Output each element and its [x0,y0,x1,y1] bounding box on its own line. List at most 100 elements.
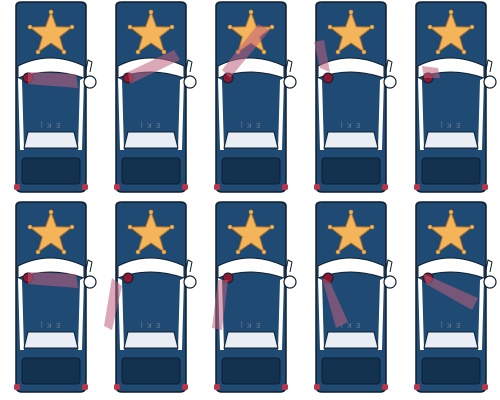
rear-bumper [421,357,481,385]
side-mirror [483,75,497,89]
star-tip [469,24,475,30]
plate-label: ꟾ ꓘ ꓱ [41,121,62,130]
star-tip [227,224,233,230]
car-frame-2: ꟾ ꓘ ꓱ [100,0,200,200]
star-tip [169,224,175,230]
wheel [182,384,188,390]
star-tip [169,24,175,30]
star-tip [27,224,33,230]
police-car-sprite: ꟾ ꓘ ꓱ [212,201,297,393]
wheel [414,184,420,190]
car-frame-9: ꟾ ꓘ ꓱ [300,200,400,400]
rear-window [423,331,479,349]
antenna [285,259,293,273]
wheel [82,384,88,390]
star-tip [361,49,367,55]
star-tip [27,24,33,30]
rear-window [123,131,179,149]
antenna [385,259,393,273]
star-tip [469,224,475,230]
star-tip [148,9,154,15]
rear-window [323,331,379,349]
plate-label: ꟾ ꓘ ꓱ [141,121,162,130]
star-tip [148,209,154,215]
star-tip [135,249,141,255]
side-mirror [83,275,97,289]
plate-label: ꟾ ꓘ ꓱ [341,121,362,130]
antenna [185,259,193,273]
police-car-sprite: ꟾ ꓘ ꓱ [14,1,97,193]
star-tip [35,49,41,55]
plate-label: ꟾ ꓘ ꓱ [441,321,462,330]
wheel [382,184,388,190]
rear-bumper [321,357,381,385]
police-car-sprite: ꟾ ꓘ ꓱ [314,1,397,193]
rear-window [423,131,479,149]
star-tip [127,224,133,230]
car-frame-3: ꟾ ꓘ ꓱ [200,0,300,200]
plate-label: ꟾ ꓘ ꓱ [41,321,62,330]
star-tip [435,249,441,255]
siren-light [122,272,134,284]
wheel [282,384,288,390]
star-tip [269,24,275,30]
star-tip [461,49,467,55]
star-tip [248,9,254,15]
car-frame-8: ꟾ ꓘ ꓱ [200,200,300,400]
side-mirror [383,275,397,289]
police-car-sprite: ꟾ ꓘ ꓱ [414,1,497,193]
side-mirror [483,275,497,289]
rear-bumper [421,157,481,185]
star-tip [227,24,233,30]
side-mirror [183,75,197,89]
wheel [14,184,20,190]
rear-window [23,331,79,349]
plate-label: ꟾ ꓘ ꓱ [241,321,262,330]
wheel [14,384,20,390]
star-tip [348,209,354,215]
star-tip [261,249,267,255]
star-tip [427,24,433,30]
police-car-sprite: ꟾ ꓘ ꓱ [314,201,397,393]
siren-light [322,72,334,84]
wheel [214,184,220,190]
police-car-sprite: ꟾ ꓘ ꓱ [414,201,497,393]
plate-label: ꟾ ꓘ ꓱ [341,321,362,330]
star-tip [35,249,41,255]
star-tip [327,24,333,30]
rear-bumper [21,357,81,385]
star-tip [235,249,241,255]
wheel [482,184,488,190]
car-frame-6: ꟾ ꓘ ꓱ [0,200,100,400]
star-tip [448,9,454,15]
wheel [182,184,188,190]
antenna [85,259,93,273]
star-tip [127,24,133,30]
rear-window [223,131,279,149]
star-tip [61,249,67,255]
star-tip [248,209,254,215]
antenna [485,59,493,73]
wheel [314,184,320,190]
rear-bumper [221,157,281,185]
star-tip [261,49,267,55]
wheel [282,184,288,190]
rear-window [223,331,279,349]
car-frame-1: ꟾ ꓘ ꓱ [0,0,100,200]
wheel [382,384,388,390]
star-tip [369,224,375,230]
plate-label: ꟾ ꓘ ꓱ [241,121,262,130]
antenna [485,259,493,273]
plate-label: ꟾ ꓘ ꓱ [141,321,162,330]
sprite-sheet: ꟾ ꓘ ꓱ ꟾ ꓘ ꓱ ꟾ ꓘ ꓱ ꟾ ꓘ ꓱ ꟾ ꓘ ꓱ ꟾ ꓘ ꓱ ꟾ ꓘ ꓱ ꟾ ꓘ ꓱ… [0,0,500,400]
star-tip [135,49,141,55]
star-tip [48,9,54,15]
antenna [285,59,293,73]
police-car-sprite: ꟾ ꓘ ꓱ [104,201,197,393]
star-tip [161,249,167,255]
rear-bumper [21,157,81,185]
car-frame-10: ꟾ ꓘ ꓱ [400,200,500,400]
antenna [385,59,393,73]
wheel [114,384,120,390]
police-car-sprite: ꟾ ꓘ ꓱ [114,1,197,193]
